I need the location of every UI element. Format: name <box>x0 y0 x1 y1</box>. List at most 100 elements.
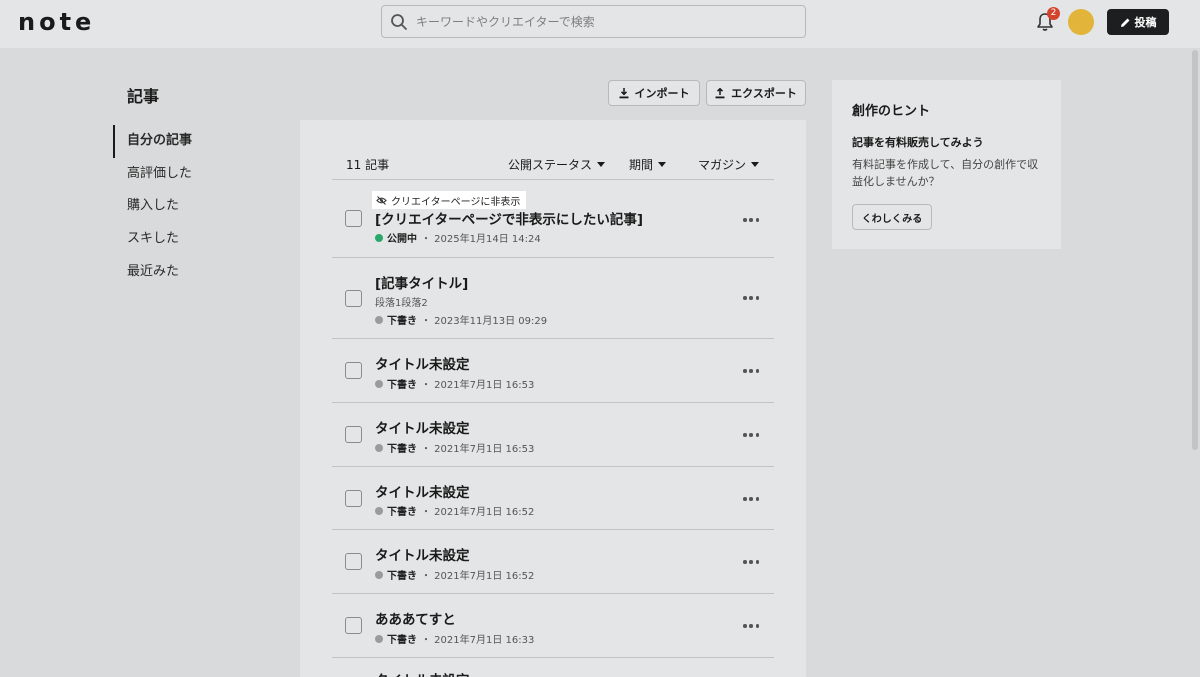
import-button-label: インポート <box>634 87 690 100</box>
scrollbar-thumb[interactable] <box>1192 50 1198 450</box>
article-checkbox[interactable] <box>345 553 362 570</box>
article-title[interactable]: タイトル未設定 <box>375 669 470 677</box>
article-checkbox[interactable] <box>345 362 362 379</box>
more-options-icon[interactable] <box>743 368 759 374</box>
article-row[interactable]: タイトル未設定 下書き ・ 2021年7月1日 16:52 <box>332 530 774 594</box>
post-button[interactable]: 投稿 <box>1107 9 1169 35</box>
more-options-icon[interactable] <box>743 217 759 223</box>
article-status: 下書き <box>387 635 417 646</box>
import-button[interactable]: インポート <box>608 80 700 106</box>
article-status: 公開中 <box>387 234 417 245</box>
article-title[interactable]: タイトル未設定 <box>375 353 470 373</box>
filter-magazine[interactable]: マガジン <box>698 156 760 173</box>
article-title[interactable]: タイトル未設定 <box>375 417 470 437</box>
article-list-panel: 11 記事 公開ステータス 期間 マガジン クリエイターページに非表示 [クリエ… <box>300 120 806 677</box>
creation-hint-card: 創作のヒント 記事を有料販売してみよう 有料記事を作成して、自分の創作で収益化し… <box>832 80 1061 249</box>
sidebar-item-recent[interactable]: 最近みた <box>113 256 192 289</box>
status-dot <box>375 443 383 452</box>
filter-status[interactable]: 公開ステータス <box>508 156 606 173</box>
article-excerpt: 段落1段落2 <box>375 298 428 309</box>
article-meta: 下書き ・ 2021年7月1日 16:53 <box>375 376 534 391</box>
article-meta: 下書き ・ 2023年11月13日 09:29 <box>375 312 547 327</box>
notification-badge: 2 <box>1047 7 1060 20</box>
more-options-icon[interactable] <box>743 295 759 301</box>
more-options-icon[interactable] <box>743 496 759 502</box>
article-row[interactable]: タイトル未設定 下書き ・ 2021年7月1日 16:53 <box>332 339 774 403</box>
article-row[interactable]: タイトル未設定 下書き ・ 2021年7月1日 16:52 <box>332 467 774 530</box>
article-status: 下書き <box>387 507 417 518</box>
article-date: ・ 2025年1月14日 14:24 <box>421 234 541 245</box>
avatar[interactable] <box>1068 9 1094 35</box>
pencil-icon <box>1120 18 1129 27</box>
search-box[interactable] <box>381 5 806 38</box>
filter-bar: 11 記事 公開ステータス 期間 マガジン <box>332 150 774 180</box>
article-checkbox[interactable] <box>345 617 362 634</box>
export-button-label: エクスポート <box>731 87 797 100</box>
upload-icon <box>715 87 725 98</box>
post-button-label: 投稿 <box>1134 16 1157 29</box>
article-title[interactable]: あああてすと <box>375 608 456 628</box>
export-button[interactable]: エクスポート <box>706 80 806 106</box>
article-row[interactable]: タイトル未設定 下書き ・ 2021年7月1日 16:53 <box>332 403 774 467</box>
sidebar-nav: 自分の記事 高評価した 購入した スキした 最近みた <box>113 125 192 288</box>
hint-subtitle: 記事を有料販売してみよう <box>852 136 984 149</box>
article-status: 下書き <box>387 316 417 327</box>
article-status: 下書き <box>387 444 417 455</box>
scrollbar[interactable] <box>1190 48 1200 677</box>
article-meta: 下書き ・ 2021年7月1日 16:52 <box>375 567 534 582</box>
filter-period[interactable]: 期間 <box>629 156 667 173</box>
article-date: ・ 2021年7月1日 16:33 <box>421 635 535 646</box>
article-title[interactable]: [記事タイトル] <box>375 272 468 292</box>
caret-down-icon <box>597 162 606 167</box>
more-options-icon[interactable] <box>743 623 759 629</box>
article-meta: 下書き ・ 2021年7月1日 16:53 <box>375 440 534 455</box>
filter-period-label: 期間 <box>629 158 654 172</box>
search-input[interactable] <box>416 6 796 37</box>
hint-title: 創作のヒント <box>852 104 931 119</box>
sidebar-item-liked[interactable]: スキした <box>113 223 192 256</box>
article-checkbox[interactable] <box>345 490 362 507</box>
article-date: ・ 2021年7月1日 16:52 <box>421 507 535 518</box>
more-options-icon[interactable] <box>743 432 759 438</box>
top-header: note 2 投稿 <box>0 0 1200 48</box>
article-title[interactable]: タイトル未設定 <box>375 544 470 564</box>
article-date: ・ 2021年7月1日 16:53 <box>421 444 535 455</box>
article-date: ・ 2023年11月13日 09:29 <box>421 316 548 327</box>
filter-magazine-label: マガジン <box>698 158 747 172</box>
article-checkbox[interactable] <box>345 210 362 227</box>
article-checkbox[interactable] <box>345 290 362 307</box>
article-row[interactable]: [記事タイトル] 段落1段落2 下書き ・ 2023年11月13日 09:29 <box>332 258 774 339</box>
article-row[interactable]: タイトル未設定 <box>332 658 774 677</box>
status-dot <box>375 379 383 388</box>
article-status: 下書き <box>387 571 417 582</box>
article-status: 下書き <box>387 380 417 391</box>
article-date: ・ 2021年7月1日 16:52 <box>421 571 535 582</box>
page-title: 記事 <box>127 87 160 106</box>
article-meta: 下書き ・ 2021年7月1日 16:52 <box>375 503 534 518</box>
status-dot <box>375 570 383 579</box>
article-meta: 公開中 ・ 2025年1月14日 14:24 <box>375 230 541 245</box>
article-checkbox[interactable] <box>345 426 362 443</box>
more-options-icon[interactable] <box>743 559 759 565</box>
download-icon <box>619 87 628 98</box>
article-date: ・ 2021年7月1日 16:53 <box>421 380 535 391</box>
article-title[interactable]: タイトル未設定 <box>375 481 470 501</box>
article-title[interactable]: [クリエイターページで非表示にしたい記事] <box>375 208 643 228</box>
note-logo[interactable]: note <box>18 8 95 36</box>
search-icon <box>391 14 407 30</box>
sidebar-item-purchased[interactable]: 購入した <box>113 190 192 223</box>
caret-down-icon <box>658 162 667 167</box>
hint-body: 有料記事を作成して、自分の創作で収益化しませんか？ <box>852 158 1039 188</box>
sidebar-item-rated[interactable]: 高評価した <box>113 158 192 191</box>
sidebar-item-my-articles[interactable]: 自分の記事 <box>113 125 192 158</box>
filter-status-label: 公開ステータス <box>508 158 593 172</box>
status-dot <box>375 506 383 515</box>
status-dot <box>375 233 383 242</box>
status-dot <box>375 315 383 324</box>
article-row[interactable]: あああてすと 下書き ・ 2021年7月1日 16:33 <box>332 594 774 658</box>
article-meta: 下書き ・ 2021年7月1日 16:33 <box>375 631 534 646</box>
article-row[interactable]: [クリエイターページで非表示にしたい記事] 公開中 ・ 2025年1月14日 1… <box>332 180 774 258</box>
caret-down-icon <box>751 162 760 167</box>
learn-more-button[interactable]: くわしくみる <box>852 204 932 230</box>
article-count: 11 記事 <box>346 158 390 172</box>
